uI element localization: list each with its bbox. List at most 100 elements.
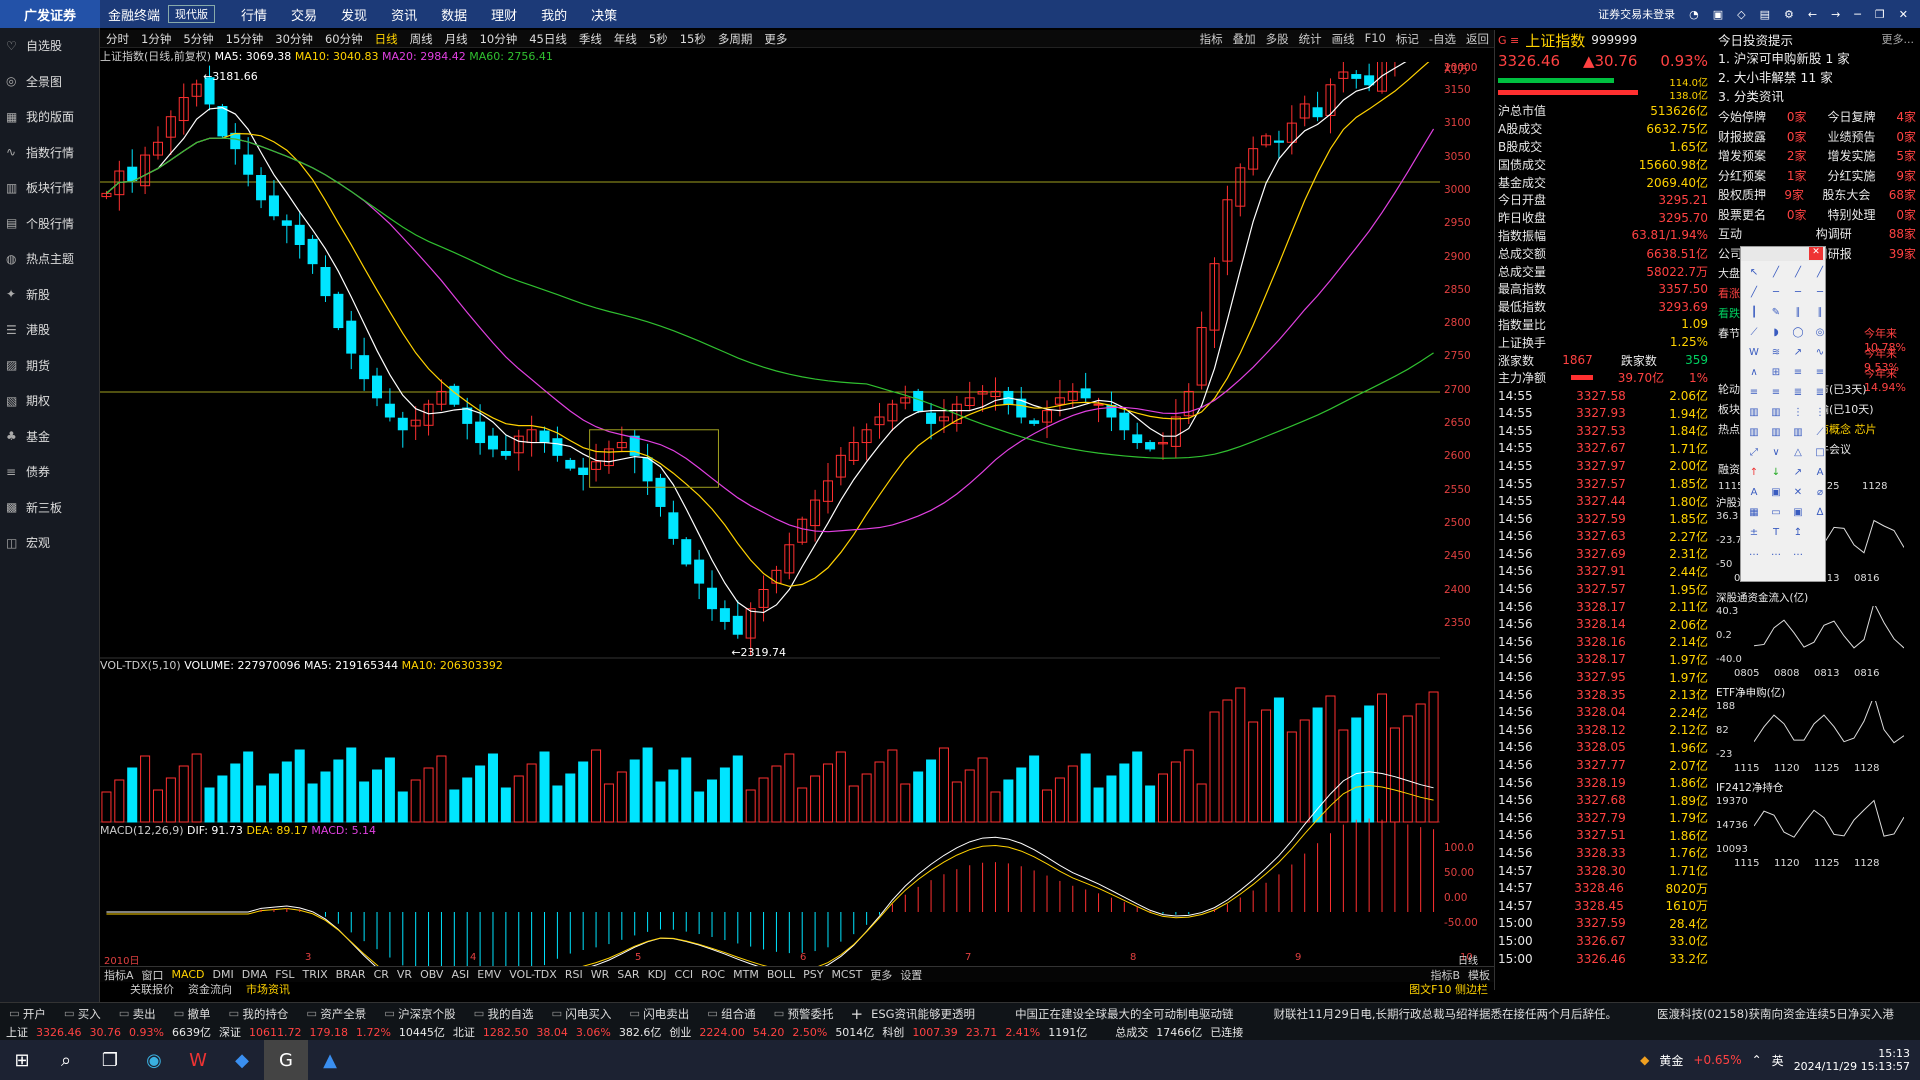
draw-tool-icon[interactable]: ⤢	[1745, 443, 1763, 461]
indicator-tab-24[interactable]: 更多	[866, 967, 896, 983]
indicator-tab-14[interactable]: RSI	[561, 968, 587, 981]
wps-icon[interactable]: W	[176, 1040, 220, 1080]
f10-sidebar[interactable]: 图文F10 侧边栏	[1409, 981, 1488, 997]
menu-3[interactable]: 资讯	[379, 5, 429, 24]
period-tab-6[interactable]: 日线	[369, 31, 404, 47]
count-row[interactable]: 财报披露 0家 业绩预告 0家	[1714, 127, 1920, 147]
maximize-icon[interactable]: ❐	[1875, 8, 1885, 21]
draw-tool-icon[interactable]: ∧	[1745, 363, 1763, 381]
draw-tool-icon[interactable]: ↗	[1789, 463, 1807, 481]
draw-tool-icon[interactable]: ─	[1789, 283, 1807, 301]
mini-chart-2[interactable]: ETF净申购(亿) 188 82 -23 1115 1120 1125 1128	[1714, 685, 1920, 780]
sidebar-item-2[interactable]: ▦ 我的版面	[0, 99, 99, 135]
gf-app-icon[interactable]: G	[264, 1040, 308, 1080]
headset-icon[interactable]: ◔	[1689, 8, 1699, 21]
draw-tool-icon[interactable]: ╱	[1811, 263, 1829, 281]
forward-icon[interactable]: →	[1831, 8, 1840, 21]
windows-start-icon[interactable]: ⊞	[0, 1040, 44, 1080]
indicator-tab-15[interactable]: WR	[587, 968, 614, 981]
draw-tool-icon[interactable]: ▥	[1789, 423, 1807, 441]
search-icon[interactable]: ⌕	[44, 1040, 88, 1080]
draw-tool-icon[interactable]: ✕	[1789, 483, 1807, 501]
indicator-tab-7[interactable]: BRAR	[332, 968, 370, 981]
bottom-btn-0[interactable]: ▭ 开户	[0, 1006, 55, 1022]
clock[interactable]: 15:13 2024/11/29 15:13:57	[1794, 1047, 1910, 1073]
menu-4[interactable]: 数据	[429, 5, 479, 24]
draw-tool-icon[interactable]: ┃	[1745, 303, 1763, 321]
draw-tool-icon[interactable]: ≡	[1789, 363, 1807, 381]
chart-tool-6[interactable]: 标记	[1391, 31, 1424, 47]
add-icon[interactable]: +	[843, 1005, 872, 1023]
draw-tool-icon[interactable]: ▣	[1767, 483, 1785, 501]
draw-tool-icon[interactable]: ⟋	[1811, 423, 1829, 441]
subtab-0[interactable]: 关联报价	[130, 981, 174, 997]
period-tab-2[interactable]: 5分钟	[177, 31, 219, 47]
close-icon[interactable]: ✕	[1899, 8, 1908, 21]
draw-tool-icon[interactable]: ∿	[1811, 343, 1829, 361]
screen-icon[interactable]: ▣	[1713, 8, 1723, 21]
period-tab-16[interactable]: 更多	[758, 31, 793, 47]
menu-6[interactable]: 我的	[529, 5, 579, 24]
bottom-btn-6[interactable]: ▭ 沪深京个股	[375, 1006, 464, 1022]
draw-tool-icon[interactable]: …	[1745, 543, 1763, 561]
doc-icon[interactable]: ▤	[1760, 8, 1770, 21]
count-row[interactable]: 今始停牌 0家 今日复牌 4家	[1714, 107, 1920, 127]
drawing-toolbox[interactable]: ✕ ↖ ╱ ╱ ╱ ╱ ─ ─ ─ ┃ ✎ ∥ ∥ ⟋ ◗ ◯ ◎ W ≋ ↗ ∿ ∧ ⊞ ≡ ≡ ≡ ≡ ≣ ≣ ▥ ▥ ⋮ ⋮ ▥ ▥ ▥ ⟋ ⤢ ∨…	[1740, 246, 1826, 582]
period-tab-3[interactable]: 15分钟	[220, 31, 270, 47]
draw-tool-icon[interactable]: ─	[1767, 283, 1785, 301]
chart-tool-7[interactable]: -自选	[1424, 31, 1461, 47]
menu-1[interactable]: 交易	[279, 5, 329, 24]
draw-tool-icon[interactable]: ≣	[1789, 383, 1807, 401]
indicator-tab-4[interactable]: DMA	[238, 968, 272, 981]
period-tab-0[interactable]: 分时	[100, 31, 135, 47]
draw-tool-icon[interactable]	[1811, 523, 1829, 541]
indicator-tab-16[interactable]: SAR	[613, 968, 643, 981]
count-row[interactable]: 互动 构调研 88家	[1714, 224, 1920, 244]
count-row[interactable]: 股权质押 9家 股东大会 68家	[1714, 185, 1920, 205]
period-tab-12[interactable]: 年线	[608, 31, 643, 47]
draw-tool-icon[interactable]: ╱	[1745, 283, 1763, 301]
draw-tool-icon[interactable]: ⟋	[1745, 323, 1763, 341]
sidebar-item-1[interactable]: ◎ 全景图	[0, 64, 99, 100]
bottom-btn-1[interactable]: ▭ 买入	[55, 1006, 110, 1022]
period-tab-11[interactable]: 季线	[573, 31, 608, 47]
bottom-btn-3[interactable]: ▭ 撤单	[165, 1006, 220, 1022]
draw-tool-icon[interactable]: ∆	[1811, 503, 1829, 521]
bottom-btn-5[interactable]: ▭ 资产全景	[297, 1006, 375, 1022]
shirt-icon[interactable]: ◇	[1737, 8, 1745, 21]
draw-tool-icon[interactable]: ±	[1745, 523, 1763, 541]
draw-tool-icon[interactable]: ∥	[1811, 303, 1829, 321]
draw-tool-icon[interactable]: ↓	[1767, 463, 1785, 481]
ticker-news-3[interactable]: 医渡科技(02158)获南向资金连续5日净买入港	[1657, 1006, 1894, 1022]
count-row[interactable]: 分红预案 1家 分红实施 9家	[1714, 166, 1920, 186]
chart-tool-2[interactable]: 多股	[1261, 31, 1294, 47]
indicator-tab-8[interactable]: CR	[370, 968, 393, 981]
draw-tool-icon[interactable]: …	[1789, 543, 1807, 561]
draw-tool-icon[interactable]: ▥	[1767, 403, 1785, 421]
draw-tool-icon[interactable]: ∨	[1767, 443, 1785, 461]
draw-tool-icon[interactable]: ╱	[1789, 263, 1807, 281]
menu-0[interactable]: 行情	[229, 5, 279, 24]
indicator-tab-10[interactable]: OBV	[416, 968, 447, 981]
bottom-btn-7[interactable]: ▭ 我的自选	[465, 1006, 543, 1022]
indicator-tab-22[interactable]: PSY	[799, 968, 827, 981]
indicator-tab-6[interactable]: TRIX	[298, 968, 331, 981]
period-tab-10[interactable]: 45日线	[523, 31, 573, 47]
sidebar-item-8[interactable]: ☰ 港股	[0, 312, 99, 348]
news-item-0[interactable]: 1. 沪深可申购新股 1 家	[1714, 48, 1920, 67]
bottom-btn-9[interactable]: ▭ 闪电卖出	[620, 1006, 698, 1022]
news-item-2[interactable]: 3. 分类资讯	[1714, 86, 1920, 105]
period-tab-14[interactable]: 15秒	[674, 31, 712, 47]
draw-tool-icon[interactable]: ─	[1811, 283, 1829, 301]
draw-tool-icon[interactable]: ≣	[1811, 383, 1829, 401]
draw-tool-icon[interactable]: △	[1789, 443, 1807, 461]
login-status[interactable]: 证券交易未登录	[1598, 6, 1675, 22]
sidebar-item-3[interactable]: ∿ 指数行情	[0, 135, 99, 171]
draw-tool-icon[interactable]: ∥	[1789, 303, 1807, 321]
draw-tool-icon[interactable]: ⋮	[1811, 403, 1829, 421]
sidebar-item-0[interactable]: ♡ 自选股	[0, 28, 99, 64]
period-tab-8[interactable]: 月线	[439, 31, 474, 47]
indicator-tab-18[interactable]: CCI	[671, 968, 698, 981]
period-tab-13[interactable]: 5秒	[643, 31, 674, 47]
draw-tool-icon[interactable]: ⊞	[1767, 363, 1785, 381]
